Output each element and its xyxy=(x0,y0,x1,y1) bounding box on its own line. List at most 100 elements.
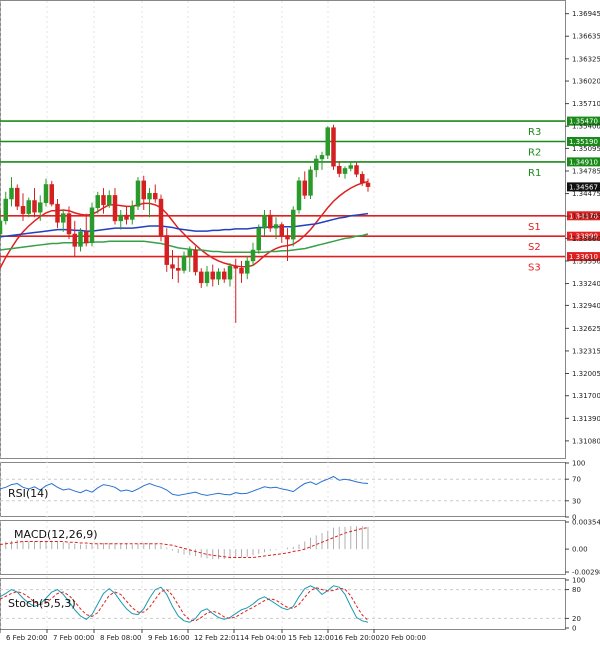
candle-body xyxy=(130,206,135,220)
candle-body xyxy=(262,214,267,229)
price-tick-label: 1.34785 xyxy=(572,167,600,175)
candle-body xyxy=(135,180,141,207)
stoch-label: Stoch(5,5,3) xyxy=(8,597,76,610)
price-tick-label: 1.33240 xyxy=(572,280,600,288)
candle-body xyxy=(199,271,204,284)
candle-body xyxy=(9,187,14,200)
price-tick-label: 1.31700 xyxy=(572,392,600,400)
chart-canvas: R31.35470R21.35190R11.34910S11.34170S21.… xyxy=(0,0,600,645)
time-tick-label: 8 Feb 08:00 xyxy=(100,634,141,642)
candle-body xyxy=(101,195,106,206)
candle-body xyxy=(245,260,250,274)
level-name-s2: S2 xyxy=(528,242,541,253)
candle-body xyxy=(20,206,26,214)
current-price-label: 1.34567 xyxy=(569,183,598,191)
level-name-s3: S3 xyxy=(528,263,541,274)
stoch-tick-label: 80 xyxy=(572,586,581,594)
price-tick-label: 1.33550 xyxy=(572,257,600,265)
candle-body xyxy=(227,265,233,280)
candle-body xyxy=(308,169,313,196)
time-tick-label: 14 Feb 04:00 xyxy=(240,634,286,642)
rsi-label: RSI(14) xyxy=(8,487,48,500)
price-tick-label: 1.36020 xyxy=(572,78,600,86)
candle-body xyxy=(118,214,123,222)
candle-body xyxy=(273,224,279,229)
candle-body xyxy=(49,184,54,205)
candle-body xyxy=(176,267,181,271)
candle-body xyxy=(337,166,342,174)
candle-body xyxy=(164,235,169,265)
rsi-tick-label: 100 xyxy=(572,460,585,468)
candle-body xyxy=(268,214,273,229)
candle-body xyxy=(348,165,353,169)
candle-body xyxy=(3,198,8,222)
price-tick-label: 1.36325 xyxy=(572,55,600,63)
candle-body xyxy=(141,180,146,200)
candle-body xyxy=(314,158,319,171)
candle-body xyxy=(233,265,238,269)
candle-body xyxy=(279,224,284,236)
candle-body xyxy=(365,182,371,187)
price-tick-label: 1.32005 xyxy=(572,370,600,378)
candle-body xyxy=(354,165,359,175)
time-tick-label: 12 Feb 22:01 xyxy=(194,634,240,642)
candle-body xyxy=(285,235,290,240)
candle-body xyxy=(302,180,307,196)
price-tick-label: 1.35095 xyxy=(572,145,600,153)
candle-body xyxy=(291,209,296,240)
candle-body xyxy=(325,127,330,156)
candle-body xyxy=(222,271,227,280)
price-tick-label: 1.33860 xyxy=(572,235,600,243)
candle-body xyxy=(170,264,175,269)
candle-body xyxy=(181,255,187,271)
candle-body xyxy=(89,207,95,243)
candle-body xyxy=(158,198,164,236)
stoch-tick-label: 20 xyxy=(572,615,581,623)
candle-body xyxy=(15,187,20,207)
candle-body xyxy=(72,233,77,247)
price-tick-label: 1.32625 xyxy=(572,325,600,333)
time-tick-label: 7 Feb 00:00 xyxy=(53,634,94,642)
macd-tick-label: -0.002987 xyxy=(572,569,600,577)
candle-body xyxy=(112,195,118,222)
candle-body xyxy=(0,220,3,235)
candle-body xyxy=(342,168,348,174)
candle-body xyxy=(55,203,60,223)
level-name-r1: R1 xyxy=(528,168,541,179)
candle-body xyxy=(250,249,256,262)
candle-body xyxy=(319,155,325,160)
price-tick-label: 1.34165 xyxy=(572,213,600,221)
candle-body xyxy=(216,271,221,280)
time-tick-label: 6 Feb 20:00 xyxy=(6,634,47,642)
price-tick-label: 1.36635 xyxy=(572,33,600,41)
candle-body xyxy=(124,214,129,220)
candle-body xyxy=(331,127,336,167)
price-tick-label: 1.36945 xyxy=(572,10,600,18)
candle-body xyxy=(153,192,158,200)
macd-label: MACD(12,26,9) xyxy=(14,528,98,541)
rsi-tick-label: 30 xyxy=(572,497,581,505)
candle-body xyxy=(26,200,31,214)
candle-body xyxy=(210,271,215,280)
candle-body xyxy=(43,184,49,203)
candle-body xyxy=(61,213,66,223)
candle-body xyxy=(204,271,210,284)
candle-body xyxy=(360,174,365,184)
candle-body xyxy=(32,200,37,213)
candle-body xyxy=(147,192,152,200)
candle-body xyxy=(256,227,261,251)
price-tick-label: 1.35400 xyxy=(572,123,600,131)
price-tick-label: 1.35710 xyxy=(572,100,600,108)
level-price-label: 1.34910 xyxy=(569,158,598,166)
candle-body xyxy=(239,267,244,274)
stoch-tick-label: 100 xyxy=(572,577,585,585)
price-tick-label: 1.31390 xyxy=(572,415,600,423)
time-tick-label: 20 Feb 00:00 xyxy=(380,634,426,642)
level-name-r2: R2 xyxy=(528,147,541,158)
candle-body xyxy=(107,195,112,206)
candle-body xyxy=(187,249,192,257)
candle-body xyxy=(66,213,72,235)
candle-body xyxy=(84,231,89,243)
macd-tick-label: 0.00 xyxy=(572,546,588,554)
macd-tick-label: 0.003542 xyxy=(572,519,600,527)
